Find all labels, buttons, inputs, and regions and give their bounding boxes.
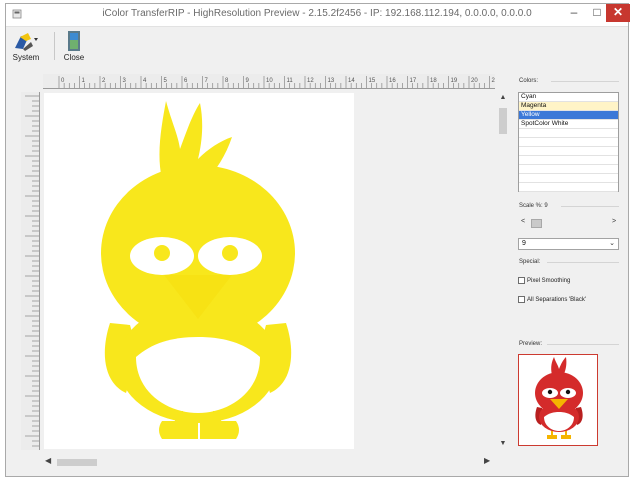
window-close-button[interactable]: ✕ [606,4,630,22]
scale-divider [561,206,619,207]
preview-label: Preview: [519,341,543,347]
color-item-empty [519,183,618,192]
horizontal-ruler-ticks: 0123456789101112131415161718192021 [58,76,496,88]
special-divider [547,262,619,263]
ruler-tick-label: 21 [492,78,496,84]
ruler-tick-label: 19 [451,78,458,84]
colors-label: Colors: [519,78,539,84]
scale-slider-thumb[interactable] [531,219,542,228]
maximize-button[interactable]: □ [586,4,608,22]
ruler-tick-label: 17 [410,78,417,84]
chevron-down-icon[interactable]: ⌄ [609,239,615,249]
horizontal-scroll-thumb[interactable] [57,459,97,466]
vertical-scrollbar[interactable]: ▲ ▼ [497,92,509,450]
all-separations-option[interactable]: All Separations 'Black' [518,296,586,306]
title-bar: iColor TransferRIP - HighResolution Prev… [6,4,630,27]
scroll-right-icon[interactable]: ▶ [484,456,490,465]
ruler-tick-label: 11 [287,78,294,84]
scale-label: Scale %: 9 [519,203,548,209]
color-item-empty [519,174,618,183]
color-item-yellow[interactable]: Yellow [519,111,618,120]
toolbar: System Close [6,26,628,64]
horizontal-ruler: 0123456789101112131415161718192021 [43,74,495,89]
color-item-empty [519,147,618,156]
vertical-scroll-thumb[interactable] [499,108,507,134]
ruler-tick-label: 10 [266,78,273,84]
separation-image [101,101,295,439]
system-button-label: System [12,53,40,62]
slider-right-icon[interactable]: > [612,218,616,225]
ruler-tick-label: 16 [389,78,396,84]
colors-list[interactable]: Cyan Magenta Yellow SpotColor White [518,92,619,192]
system-icon [15,33,38,51]
color-item-empty [519,156,618,165]
scale-select[interactable]: 9 ⌄ [518,238,619,250]
vertical-ruler-ticks [25,95,39,447]
ruler-tick-label: 14 [348,78,355,84]
window-title: iColor TransferRIP - HighResolution Prev… [102,8,532,19]
scroll-down-icon[interactable]: ▼ [497,440,509,447]
scroll-up-icon[interactable]: ▲ [497,94,509,101]
ruler-tick-label: 13 [328,78,335,84]
app-icon [12,9,22,19]
color-item-empty [519,129,618,138]
scale-select-value: 9 [522,240,526,247]
pixel-smoothing-label: Pixel Smoothing [527,278,571,285]
color-item-cyan[interactable]: Cyan [519,93,618,102]
ruler-tick-label: 15 [369,78,376,84]
preview-image [535,357,583,439]
colors-divider [551,81,619,82]
close-doc-icon [68,31,80,51]
special-label: Special: [519,259,541,265]
close-button[interactable]: Close [56,28,92,62]
toolbar-separator [54,32,55,60]
scale-slider[interactable]: < > [518,217,619,231]
system-button[interactable]: System [8,28,44,62]
color-item-magenta[interactable]: Magenta [519,102,618,111]
pixel-smoothing-checkbox[interactable] [518,277,525,284]
preview-canvas[interactable] [44,93,354,449]
color-item-spotcolor-white[interactable]: SpotColor White [519,120,618,129]
preview-divider [547,344,619,345]
slider-left-icon[interactable]: < [521,218,525,225]
close-button-label: Close [63,53,85,62]
ruler-tick-label: 20 [471,78,478,84]
all-separations-checkbox[interactable] [518,296,525,303]
color-item-empty [519,138,618,147]
vertical-ruler [21,92,40,450]
all-separations-label: All Separations 'Black' [527,297,586,304]
scroll-left-icon[interactable]: ◀ [45,456,51,465]
main-window: iColor TransferRIP - HighResolution Prev… [5,3,630,477]
ruler-tick-label: 18 [430,78,437,84]
color-item-empty [519,165,618,174]
preview-thumbnail [518,354,598,446]
ruler-tick-label: 12 [307,78,314,84]
pixel-smoothing-option[interactable]: Pixel Smoothing [518,277,570,287]
minimize-button[interactable]: – [562,4,586,22]
horizontal-scrollbar[interactable]: ◀ ▶ [43,456,495,468]
